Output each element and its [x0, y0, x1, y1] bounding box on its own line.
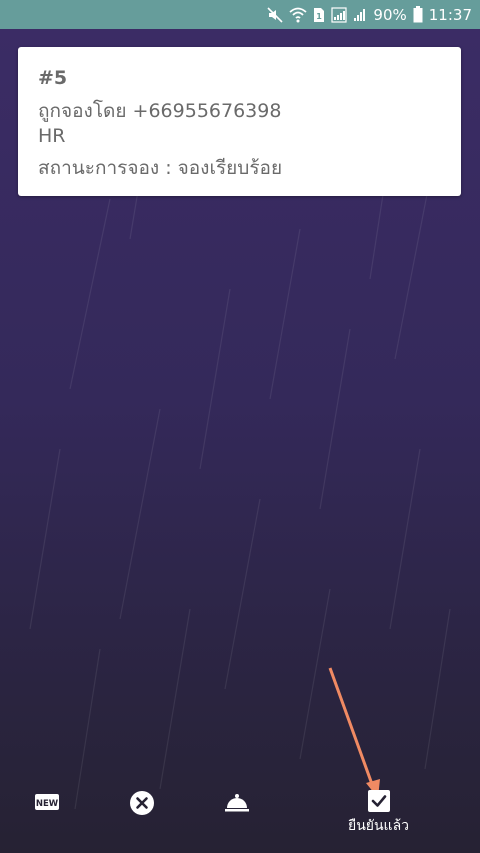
bottom-action-bar: NEW ยืนยันแล้ว	[0, 783, 480, 853]
new-icon-text: NEW	[36, 799, 59, 809]
svg-text:1: 1	[317, 12, 323, 21]
wifi-icon	[289, 7, 308, 22]
checkbox-checked-icon	[367, 790, 390, 812]
new-icon: NEW	[35, 794, 59, 810]
booking-card[interactable]: #5 ถูกจองโดย +66955676398 HR สถานะการจอง…	[18, 47, 461, 196]
signal-icon	[354, 8, 366, 21]
cancel-button[interactable]	[130, 791, 154, 815]
clock: 11:37	[428, 5, 472, 24]
confirmed-label: ยืนยันแล้ว	[348, 818, 410, 834]
new-button[interactable]: NEW	[35, 792, 59, 812]
close-circle-icon	[130, 791, 154, 815]
booked-by: ถูกจองโดย +66955676398	[38, 100, 282, 122]
service-button[interactable]	[224, 793, 250, 813]
status-icons: 1 90% 11:37	[267, 0, 472, 29]
room-service-bell-icon	[225, 794, 249, 812]
confirmed-button[interactable]: ยืนยันแล้ว	[348, 790, 409, 837]
status-bar: 1 90% 11:37	[0, 0, 480, 29]
department: HR	[38, 125, 66, 147]
signal-icon	[331, 6, 348, 23]
battery-percent: 90%	[373, 5, 407, 24]
booking-number: #5	[38, 67, 68, 89]
sim-icon: 1	[314, 7, 325, 22]
booking-status: สถานะการจอง : จองเรียบร้อย	[38, 157, 283, 179]
battery-icon	[413, 6, 423, 23]
mute-icon	[267, 6, 283, 23]
